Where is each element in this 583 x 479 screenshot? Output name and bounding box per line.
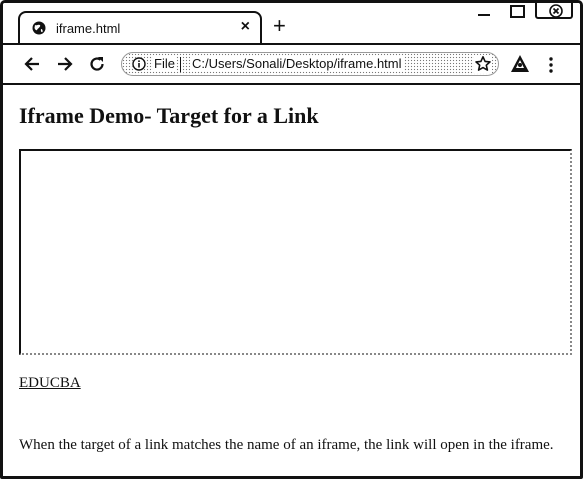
browser-toolbar: File C:/Users/Sonali/Desktop/iframe.html xyxy=(3,43,580,85)
minimize-button[interactable] xyxy=(478,6,490,16)
back-button[interactable] xyxy=(23,55,41,78)
educba-link[interactable]: EDUCBA xyxy=(19,375,81,392)
arrow-left-icon xyxy=(24,57,39,71)
kebab-menu-icon[interactable] xyxy=(548,57,554,78)
iframe[interactable] xyxy=(19,149,572,355)
window-close-button[interactable] xyxy=(535,3,573,19)
new-tab-button[interactable]: + xyxy=(273,15,286,37)
tab-close-icon[interactable]: × xyxy=(241,19,250,35)
globe-icon xyxy=(32,21,46,35)
browser-tab[interactable]: iframe.html × xyxy=(18,11,262,43)
page-content: Iframe Demo- Target for a Link EDUCBA Wh… xyxy=(3,85,580,476)
url-text[interactable]: C:/Users/Sonali/Desktop/iframe.html xyxy=(190,56,404,71)
description-text: When the target of a link matches the na… xyxy=(19,437,554,453)
page-title: Iframe Demo- Target for a Link xyxy=(19,103,319,128)
maximize-button[interactable] xyxy=(510,5,525,18)
address-bar[interactable]: File C:/Users/Sonali/Desktop/iframe.html xyxy=(121,52,499,76)
extension-icon[interactable] xyxy=(509,54,531,79)
reload-button[interactable] xyxy=(88,55,106,78)
arrow-right-icon xyxy=(58,57,73,71)
close-icon xyxy=(549,4,563,18)
omnibox-separator xyxy=(180,57,181,72)
browser-window: iframe.html × + File C:/Users/Sonali/Des… xyxy=(0,0,583,479)
title-bar: iframe.html × + xyxy=(3,3,580,43)
forward-button[interactable] xyxy=(56,55,74,78)
scheme-label: File xyxy=(153,56,176,71)
star-icon[interactable] xyxy=(474,55,492,73)
reload-icon xyxy=(90,57,104,71)
info-icon[interactable] xyxy=(132,57,146,71)
tab-title: iframe.html xyxy=(56,21,121,36)
